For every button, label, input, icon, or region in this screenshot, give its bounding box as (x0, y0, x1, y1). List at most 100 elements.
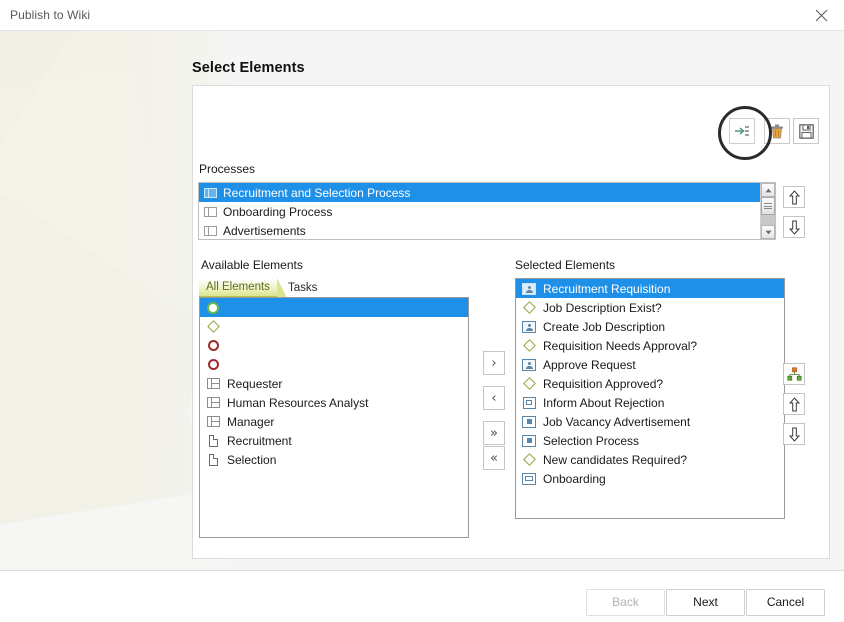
next-button[interactable]: Next (666, 589, 745, 616)
process-move-up-button[interactable] (783, 186, 805, 208)
process-row-label: Recruitment and Selection Process (223, 185, 411, 200)
list-item-label: Inform About Rejection (543, 395, 665, 410)
list-item[interactable] (200, 317, 468, 336)
start-event-icon (205, 300, 221, 316)
list-item-label: Create Job Description (543, 319, 666, 334)
list-item-label: Selection Process (543, 433, 640, 448)
list-item[interactable]: Job Vacancy Advertisement (516, 412, 784, 431)
document-icon (205, 452, 221, 468)
tab-tasks[interactable]: Tasks (281, 278, 324, 298)
title-bar: Publish to Wiki (0, 0, 844, 31)
user-task-icon (521, 319, 537, 335)
pool-icon (203, 224, 217, 238)
process-row[interactable]: Onboarding Process (199, 202, 761, 221)
close-icon (815, 9, 828, 21)
list-item[interactable]: Requester (200, 374, 468, 393)
insert-elements-icon (735, 126, 749, 136)
insert-elements-button[interactable] (729, 118, 755, 144)
save-icon (798, 123, 814, 139)
chevron-left-icon: ‹ (491, 390, 497, 406)
show-hierarchy-button[interactable] (783, 363, 805, 385)
selected-elements-label: Selected Elements (515, 258, 616, 272)
list-item[interactable] (200, 336, 468, 355)
list-item[interactable]: Onboarding (516, 469, 784, 488)
tab-all-elements-label: All Elements (206, 281, 270, 293)
scroll-down-button[interactable] (761, 225, 775, 239)
process-row-label: Onboarding Process (223, 204, 333, 219)
processes-label: Processes (199, 162, 256, 176)
list-item[interactable]: Requisition Approved? (516, 374, 784, 393)
tab-all-elements[interactable]: All Elements (199, 278, 287, 298)
selected-elements-list[interactable]: Recruitment Requisition Job Description … (515, 278, 785, 519)
end-event-icon (205, 338, 221, 354)
list-item-label: Job Vacancy Advertisement (543, 414, 691, 429)
gateway-icon (521, 338, 537, 354)
move-right-button[interactable]: › (483, 351, 505, 375)
move-all-left-button[interactable]: « (483, 446, 505, 470)
list-item[interactable] (200, 298, 468, 317)
hierarchy-icon (786, 367, 802, 381)
list-item[interactable]: Job Description Exist? (516, 298, 784, 317)
list-item[interactable]: Recruitment Requisition (516, 279, 784, 298)
arrow-up-icon (788, 396, 800, 411)
list-item-label: Human Resources Analyst (227, 395, 369, 410)
scroll-up-button[interactable] (761, 183, 775, 197)
arrow-up-icon (788, 189, 800, 204)
scrollbar-grip-icon (764, 202, 772, 211)
selected-move-down-button[interactable] (783, 423, 805, 445)
list-item-label: Recruitment (227, 433, 292, 448)
gateway-icon (205, 319, 221, 335)
processes-rows: Recruitment and Selection Process Onboar… (199, 183, 761, 239)
double-chevron-left-icon: « (490, 450, 498, 466)
list-item-label: Approve Request (543, 357, 636, 372)
back-button[interactable]: Back (586, 589, 665, 616)
user-task-icon (521, 281, 537, 297)
list-item-label: Manager (227, 414, 275, 429)
list-item[interactable]: Manager (200, 412, 468, 431)
processes-list[interactable]: Recruitment and Selection Process Onboar… (198, 182, 776, 240)
arrow-down-icon (788, 220, 800, 235)
cancel-button[interactable]: Cancel (746, 589, 825, 616)
list-item[interactable] (200, 355, 468, 374)
list-item[interactable]: Human Resources Analyst (200, 393, 468, 412)
gateway-icon (521, 300, 537, 316)
sub-process-icon (521, 414, 537, 430)
dialog-footer: Back Next Cancel (0, 570, 844, 622)
close-button[interactable] (799, 0, 844, 30)
scrollbar-thumb[interactable] (761, 197, 775, 215)
save-button[interactable] (793, 118, 819, 144)
delete-button[interactable] (764, 118, 790, 144)
move-left-button[interactable]: ‹ (483, 386, 505, 410)
list-item[interactable]: New candidates Required? (516, 450, 784, 469)
lane-icon (205, 376, 221, 392)
list-item[interactable]: Approve Request (516, 355, 784, 374)
list-item[interactable]: Selection (200, 450, 468, 469)
lane-icon (205, 414, 221, 430)
list-item[interactable]: Recruitment (200, 431, 468, 450)
end-event-icon (205, 357, 221, 373)
gateway-icon (521, 376, 537, 392)
list-item-label: Selection (227, 452, 277, 467)
pool-icon (203, 205, 217, 219)
available-elements-list[interactable]: Requester Human Resources Analyst Manage… (199, 297, 469, 538)
process-move-down-button[interactable] (783, 216, 805, 238)
available-elements-label: Available Elements (201, 258, 303, 272)
list-item-label: Onboarding (543, 471, 606, 486)
list-item[interactable]: Inform About Rejection (516, 393, 784, 412)
list-item[interactable]: Create Job Description (516, 317, 784, 336)
process-row-label: Advertisements (223, 223, 306, 238)
process-row[interactable]: Advertisements (199, 221, 761, 239)
list-item-label: Job Description Exist? (543, 300, 662, 315)
process-row[interactable]: Recruitment and Selection Process (199, 183, 761, 202)
trash-icon (771, 124, 783, 138)
move-all-right-button[interactable]: » (483, 421, 505, 445)
selected-move-up-button[interactable] (783, 393, 805, 415)
list-item-label: Requisition Needs Approval? (543, 338, 698, 353)
arrow-down-icon (788, 427, 800, 442)
list-item[interactable]: Requisition Needs Approval? (516, 336, 784, 355)
user-task-icon (521, 357, 537, 373)
list-item-label: Requisition Approved? (543, 376, 664, 391)
list-item[interactable]: Selection Process (516, 431, 784, 450)
lane-icon (205, 395, 221, 411)
processes-scrollbar[interactable] (760, 183, 775, 239)
